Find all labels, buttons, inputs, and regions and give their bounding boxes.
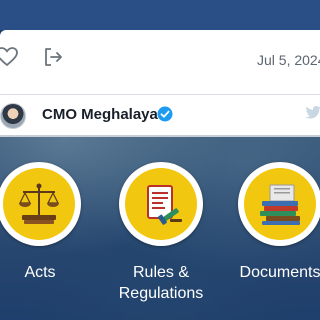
documents-icon: [244, 168, 316, 240]
rules-regulations-label-text: Rules & Regulations: [118, 264, 204, 302]
acts-tile[interactable]: [0, 162, 81, 246]
rules-regulations-icon: [125, 168, 197, 240]
acts-label[interactable]: Acts: [0, 262, 100, 283]
account-name[interactable]: CMO Meghalaya: [42, 106, 158, 123]
documents-label[interactable]: Documents: [220, 262, 320, 283]
heart-icon[interactable]: [0, 44, 20, 70]
top-banner: [0, 0, 320, 30]
verified-badge-icon: [157, 106, 173, 122]
twitter-bird-icon[interactable]: [304, 105, 320, 121]
documents-tile[interactable]: [238, 162, 320, 246]
tweet-date[interactable]: Jul 5, 2024: [257, 52, 320, 68]
tweet-actions-bar: Jul 5, 2024: [0, 30, 320, 94]
avatar[interactable]: [0, 103, 26, 129]
acts-icon: [3, 168, 75, 240]
tweet-author-header: CMO Meghalaya: [0, 94, 320, 137]
rules-regulations-tile[interactable]: [119, 162, 203, 246]
rules-regulations-label[interactable]: Rules & Regulations: [101, 262, 221, 304]
share-icon[interactable]: [40, 44, 66, 70]
